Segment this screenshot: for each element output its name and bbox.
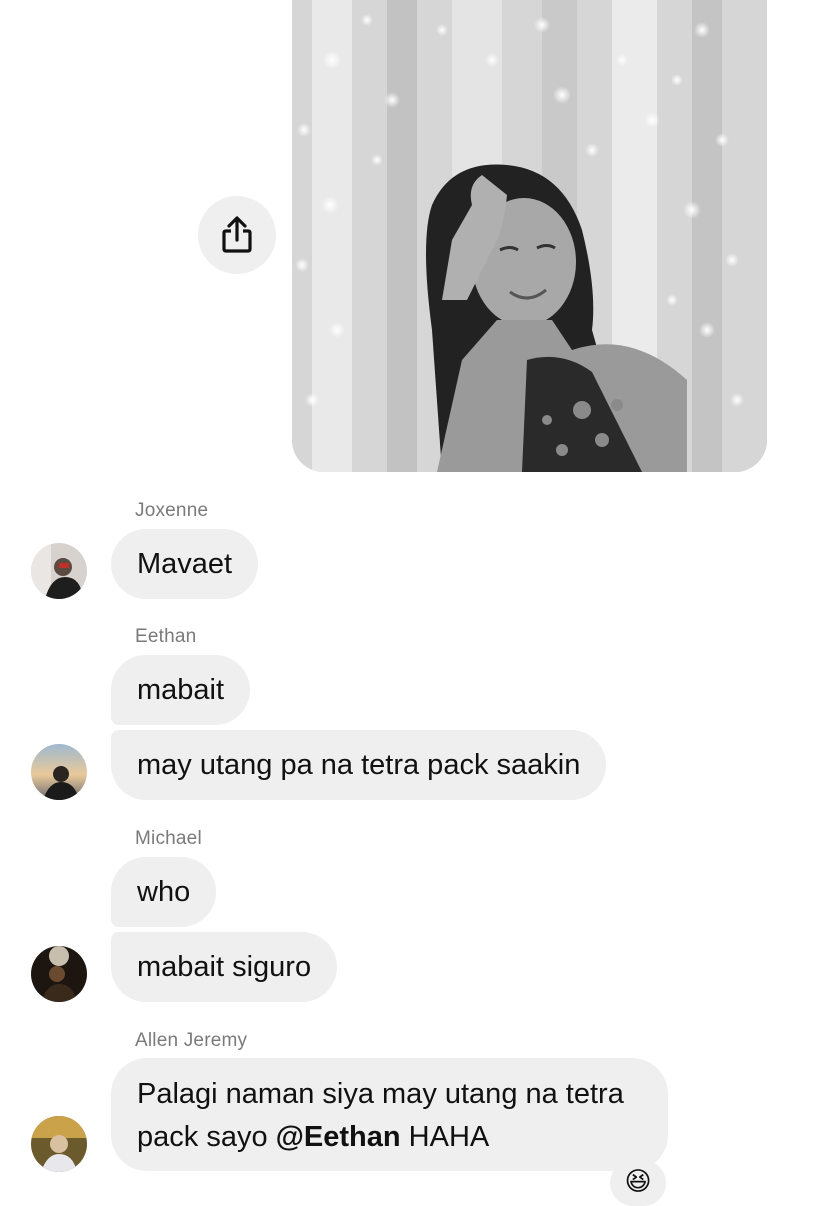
avatar-image — [31, 946, 87, 1002]
message-text: mabait siguro — [137, 951, 312, 983]
avatar[interactable] — [31, 1116, 87, 1172]
message-bubble[interactable]: Palagi naman siya may utang na tetra pac… — [111, 1058, 668, 1171]
mention-link[interactable]: @Eethan — [276, 1121, 401, 1153]
avatar[interactable] — [31, 543, 87, 599]
share-icon — [222, 216, 252, 253]
message-bubble[interactable]: Mavaet — [111, 529, 259, 599]
message-text: who — [137, 876, 191, 908]
shared-photo[interactable] — [292, 0, 767, 472]
reaction-badge[interactable]: 😆 — [610, 1160, 666, 1206]
sender-name: Michael — [135, 828, 202, 849]
avatar-image — [31, 1116, 87, 1172]
message-bubble[interactable]: mabait siguro — [111, 932, 338, 1002]
message-text: Mavaet — [137, 548, 233, 580]
sender-name: Joxenne — [135, 500, 209, 521]
laughing-emoji-icon: 😆 — [624, 1166, 652, 1196]
avatar-image — [31, 543, 87, 599]
message-text: HAHA — [400, 1121, 490, 1153]
message-bubble[interactable]: who — [111, 857, 217, 927]
sender-name: Eethan — [135, 626, 197, 647]
message-bubble[interactable]: may utang pa na tetra pack saakin — [111, 730, 607, 800]
message-bubble[interactable]: mabait — [111, 655, 251, 725]
share-button[interactable] — [198, 196, 276, 274]
avatar[interactable] — [31, 744, 87, 800]
message-text: may utang pa na tetra pack saakin — [137, 749, 581, 781]
avatar-image — [31, 744, 87, 800]
sender-name: Allen Jeremy — [135, 1030, 248, 1051]
message-text: mabait — [137, 674, 225, 706]
photo-illustration — [292, 0, 767, 472]
avatar[interactable] — [31, 946, 87, 1002]
